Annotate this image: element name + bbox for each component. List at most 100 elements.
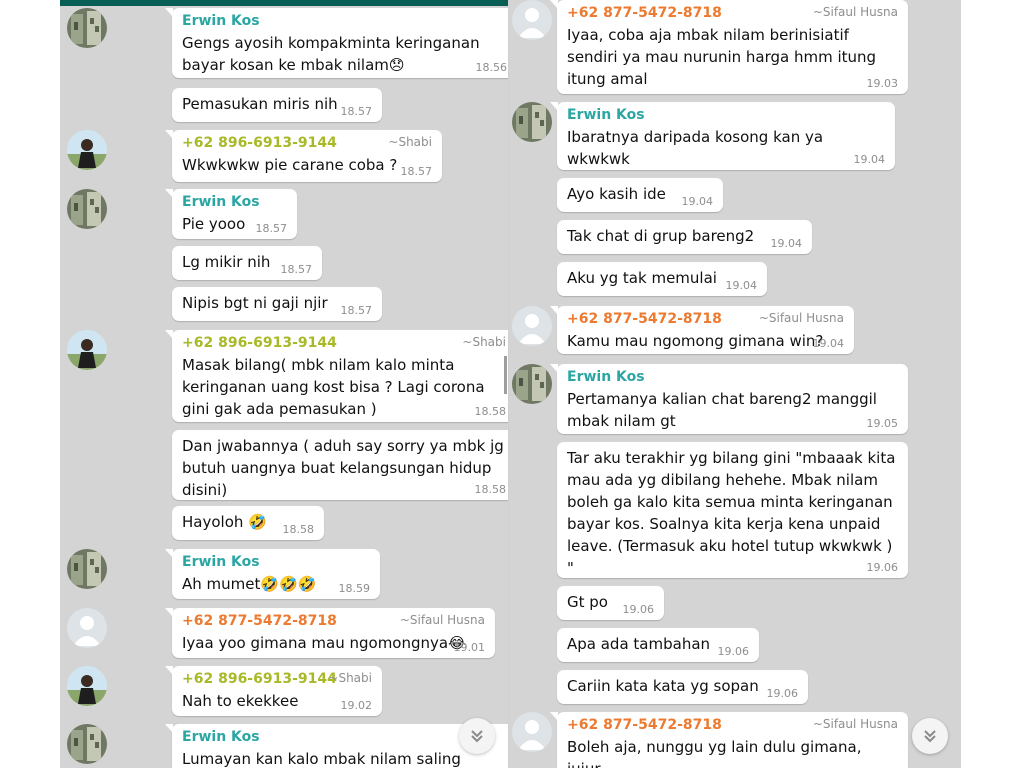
erwin-avatar[interactable] <box>67 8 107 48</box>
message-timestamp: 18.58 <box>474 483 507 496</box>
sender-push-name: ~Shabi <box>388 135 432 149</box>
person-photo-avatar-icon <box>67 666 107 706</box>
message-bubble[interactable]: +62 896-6913-9144 ~Shabi Nah to ekekkee 19.… <box>165 666 382 716</box>
message-bubble[interactable]: Cariin kata kata yg sopan 19.06 <box>557 670 808 704</box>
sender-push-name: ~Sifaul Husna <box>758 311 844 325</box>
sender-name[interactable]: Erwin Kos <box>182 13 507 30</box>
message-bubble[interactable]: +62 877-5472-8718 ~Sifaul Husna Iyaa yoo g… <box>165 608 495 658</box>
message-text: Tar aku terakhir yg bilang gini "mbaaak … <box>567 449 896 577</box>
message-timestamp: 19.02 <box>340 699 373 712</box>
default-profile-avatar[interactable] <box>512 0 552 40</box>
message-timestamp: 19.03 <box>866 77 899 90</box>
photo-avatar-icon <box>67 549 107 589</box>
message-text: Masak bilang( mbk nilam kalo minta kerin… <box>182 356 490 418</box>
message-text: Ibaratnya daripada kosong kan ya wkwkwk <box>567 128 828 168</box>
panel-divider-handle[interactable] <box>504 356 507 394</box>
message-bubble[interactable]: Erwin Kos Pie yooo 18.57 <box>165 189 297 239</box>
double-chevron-down-icon <box>471 730 483 743</box>
erwin-avatar[interactable] <box>67 724 107 764</box>
message-timestamp: 18.57 <box>400 165 433 178</box>
double-chevron-down-icon <box>924 730 936 743</box>
message-bubble[interactable]: Tar aku terakhir yg bilang gini "mbaaak … <box>557 442 908 578</box>
message-timestamp: 19.06 <box>766 687 799 700</box>
erwin-avatar[interactable] <box>512 364 552 404</box>
default-profile-avatar[interactable] <box>512 712 552 752</box>
default-profile-avatar[interactable] <box>512 306 552 346</box>
sender-name[interactable]: Erwin Kos <box>567 369 898 386</box>
sender-name[interactable]: +62 896-6913-9144 <box>182 335 506 352</box>
message-timestamp: 18.57 <box>340 304 373 317</box>
message-text: Iyaa, coba aja mbak nilam berinisiatif s… <box>567 26 881 88</box>
person-photo-avatar-icon <box>67 130 107 170</box>
message-bubble[interactable]: Apa ada tambahan 19.06 <box>557 628 759 662</box>
message-text: Wkwkwkw pie carane coba ? <box>182 156 398 174</box>
shabi-avatar[interactable] <box>67 330 107 370</box>
message-timestamp: 19.04 <box>812 337 845 350</box>
message-bubble[interactable]: +62 877-5472-8718 ~Sifaul Husna Iyaa, coba… <box>550 0 908 94</box>
message-timestamp: 18.58 <box>282 523 315 536</box>
sender-name[interactable]: Erwin Kos <box>182 554 370 571</box>
message-text: Gengs ayosih kompakminta keringanan baya… <box>182 34 485 74</box>
message-bubble[interactable]: +62 877-5472-8718 ~Sifaul Husna Kamu mau n… <box>550 306 854 354</box>
sender-push-name: ~Shabi <box>462 335 506 349</box>
header-bar <box>60 0 508 6</box>
photo-avatar-icon <box>512 364 552 404</box>
erwin-avatar[interactable] <box>512 102 552 142</box>
message-timestamp: 19.01 <box>453 641 486 654</box>
default-person-icon <box>512 712 552 752</box>
right-chat-panel[interactable]: +62 877-5472-8718 ~Sifaul Husna Iyaa, coba… <box>508 0 961 768</box>
message-text: Cariin kata kata yg sopan <box>567 677 759 695</box>
message-timestamp: 19.05 <box>866 417 899 430</box>
default-person-icon <box>512 0 552 40</box>
shabi-avatar[interactable] <box>67 666 107 706</box>
erwin-avatar[interactable] <box>67 549 107 589</box>
message-bubble[interactable]: Nipis bgt ni gaji njir 18.57 <box>172 287 382 321</box>
message-bubble[interactable]: +62 877-5472-8718 ~Sifaul Husna Boleh aja,… <box>550 712 908 768</box>
erwin-avatar[interactable] <box>67 189 107 229</box>
sender-push-name: ~Sifaul Husna <box>399 613 485 627</box>
photo-avatar-icon <box>67 189 107 229</box>
message-bubble[interactable]: Dan jwabannya ( aduh say sorry ya mbk jg… <box>172 430 508 500</box>
message-timestamp: 18.57 <box>255 222 288 235</box>
message-bubble[interactable]: Gt po 19.06 <box>557 586 664 620</box>
left-chat-panel[interactable]: Erwin Kos Gengs ayosih kompakminta kering… <box>60 0 508 768</box>
scroll-to-bottom-button[interactable] <box>459 718 495 754</box>
default-profile-avatar[interactable] <box>67 608 107 648</box>
message-bubble[interactable]: Erwin Kos Gengs ayosih kompakminta kering… <box>165 8 508 78</box>
default-person-icon <box>512 306 552 346</box>
message-bubble[interactable]: Ayo kasih ide 19.04 <box>557 178 723 212</box>
message-bubble[interactable]: Hayoloh 🤣 18.58 <box>172 506 324 540</box>
message-timestamp: 19.06 <box>622 603 655 616</box>
message-bubble[interactable]: Erwin Kos Pertamanya kalian chat bareng2 … <box>550 364 908 434</box>
person-photo-avatar-icon <box>67 330 107 370</box>
sender-name[interactable]: Erwin Kos <box>182 194 287 211</box>
message-timestamp: 18.58 <box>474 405 507 418</box>
message-bubble[interactable]: Aku yg tak memulai 19.04 <box>557 262 767 296</box>
message-bubble[interactable]: Erwin Kos Ah mumet🤣🤣🤣 18.59 <box>165 549 380 599</box>
message-bubble[interactable]: +62 896-6913-9144 ~Shabi Wkwkwkw pie caran… <box>165 130 442 182</box>
message-text: Pertamanya kalian chat bareng2 manggil m… <box>567 390 882 430</box>
photo-avatar-icon <box>67 724 107 764</box>
message-timestamp: 19.04 <box>725 279 758 292</box>
message-text: Dan jwabannya ( aduh say sorry ya mbk jg… <box>182 437 504 499</box>
sender-name[interactable]: Erwin Kos <box>182 729 505 746</box>
message-text: Iyaa yoo gimana mau ngomongnya😂 <box>182 634 466 652</box>
scroll-to-bottom-button[interactable] <box>912 718 948 754</box>
message-text: Boleh aja, nunggu yg lain dulu gimana, j… <box>567 738 862 768</box>
message-bubble[interactable]: Erwin Kos Lumayan kan kalo mbak nilam sal… <box>165 724 508 768</box>
message-bubble[interactable]: Pemasukan miris nih 18.57 <box>172 88 382 122</box>
message-timestamp: 18.57 <box>340 105 373 118</box>
sender-push-name: ~Sifaul Husna <box>812 717 898 731</box>
message-timestamp: 18.57 <box>280 263 313 276</box>
message-timestamp: 19.04 <box>770 237 803 250</box>
message-timestamp: 19.04 <box>853 153 886 166</box>
message-bubble[interactable]: Lg mikir nih 18.57 <box>172 246 322 280</box>
message-bubble[interactable]: Erwin Kos Ibaratnya daripada kosong kan y… <box>550 102 895 170</box>
message-bubble[interactable]: Tak chat di grup bareng2 19.04 <box>557 220 812 254</box>
shabi-avatar[interactable] <box>67 130 107 170</box>
message-bubble[interactable]: +62 896-6913-9144 ~Shabi Masak bilang( mbk… <box>165 330 508 422</box>
message-timestamp: 18.59 <box>338 582 371 595</box>
sender-push-name: ~Sifaul Husna <box>812 5 898 19</box>
sender-name[interactable]: Erwin Kos <box>567 107 885 124</box>
message-timestamp: 19.04 <box>681 195 714 208</box>
